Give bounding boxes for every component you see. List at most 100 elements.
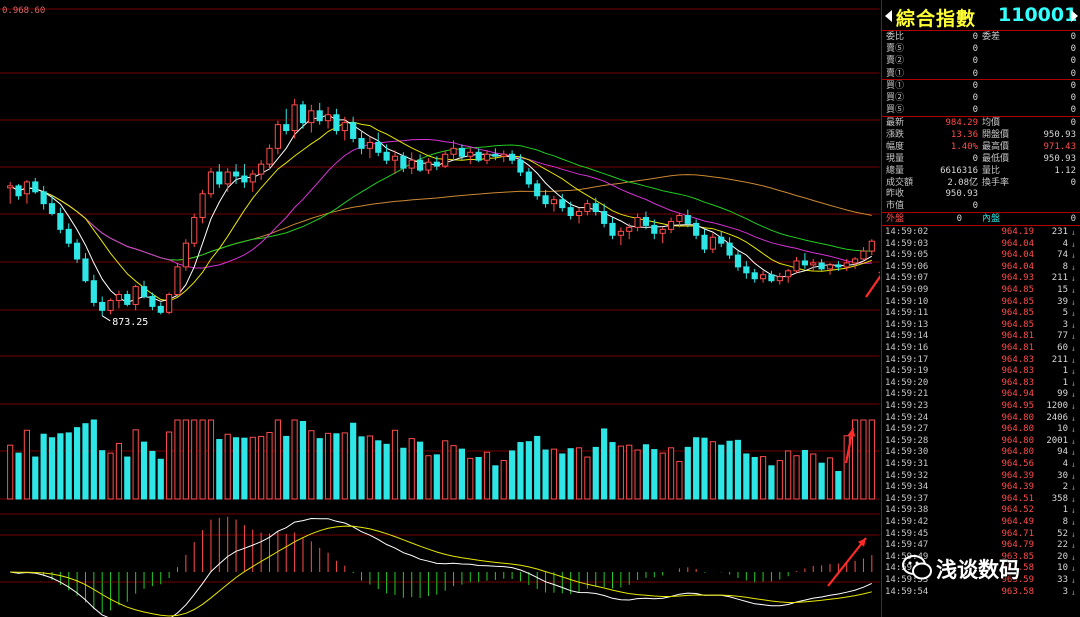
volume-bar — [634, 449, 641, 500]
outer-label: 外盤 — [886, 214, 905, 224]
tick-arrow-icon: ↓ — [1071, 309, 1076, 319]
candle-body — [40, 191, 47, 205]
tick-row[interactable]: 14:59:38 964.52 1 ↓ — [882, 505, 1080, 517]
volume-bar — [442, 440, 449, 500]
tick-volume: 358 — [1051, 493, 1068, 504]
tick-time: 14:59:14 — [885, 331, 929, 342]
prev-arrow-icon[interactable] — [885, 10, 892, 22]
candle-body — [793, 260, 800, 272]
volume-bar — [350, 422, 357, 500]
volume-bar — [308, 430, 315, 500]
volume-bar — [132, 429, 139, 500]
candle-body — [542, 195, 549, 205]
tick-arrow-icon: ↓ — [1071, 390, 1076, 400]
volume-bar — [82, 423, 89, 500]
tick-row[interactable]: 14:59:54 963.58 3 ↓ — [882, 587, 1080, 599]
tick-arrow-icon: ↓ — [1071, 367, 1076, 377]
candle-body — [333, 114, 340, 132]
candle-body — [283, 124, 290, 132]
tick-price: 964.71 — [1001, 528, 1034, 539]
candle-body — [191, 216, 198, 244]
tick-row[interactable]: 14:59:21 964.94 99 ↓ — [882, 389, 1080, 401]
kline-chart-area[interactable]: 873.25 0.968.60 — [0, 0, 880, 617]
order-book-value: 0 — [1070, 68, 1076, 79]
volume-bar — [534, 435, 541, 500]
tick-row[interactable]: 14:59:28 964.80 2001 ↓ — [882, 436, 1080, 448]
candle-body — [408, 159, 415, 169]
tick-row[interactable]: 14:59:16 964.81 60 ↓ — [882, 343, 1080, 355]
volume-bar — [684, 446, 691, 500]
tick-row[interactable]: 14:59:42 964.49 8 ↓ — [882, 517, 1080, 529]
candle-body — [868, 240, 875, 252]
candle-body — [835, 264, 842, 268]
tick-row[interactable]: 14:59:31 964.56 4 ↓ — [882, 459, 1080, 471]
tick-arrow-icon: ↓ — [1071, 460, 1076, 469]
tick-row[interactable]: 14:59:30 964.80 94 ↓ — [882, 447, 1080, 459]
tick-row[interactable]: 14:59:06 964.04 8 ↓ — [882, 262, 1080, 274]
candle-body — [818, 262, 825, 270]
volume-bar — [642, 444, 650, 500]
volume-bar — [425, 455, 432, 500]
tick-time: 14:59:34 — [885, 482, 929, 493]
candle-body — [500, 153, 507, 157]
order-book-value: 0 — [972, 32, 978, 42]
tick-row[interactable]: 14:59:11 964.85 5 ↓ — [882, 308, 1080, 320]
candle-body — [258, 163, 265, 175]
volume-bar — [458, 448, 466, 500]
candle-body — [99, 301, 106, 311]
tick-row[interactable]: 14:59:20 964.83 1 ↓ — [882, 378, 1080, 390]
tick-row[interactable]: 14:59:02 964.19 231 ↓ — [882, 227, 1080, 239]
tick-volume: 1 — [1062, 377, 1068, 388]
tick-arrow-icon: ↓ — [1071, 251, 1076, 261]
quote-label: 均價 — [982, 118, 1001, 128]
order-book-value: 0 — [972, 44, 978, 55]
tick-volume: 231 — [1051, 227, 1068, 237]
order-book-value: 0 — [972, 93, 978, 103]
tick-row[interactable]: 14:59:34 964.39 2 ↓ — [882, 482, 1080, 494]
order-book-value: 0 — [1070, 80, 1076, 91]
watermark-text: 浅谈数码 — [936, 558, 1020, 582]
volume-bar — [550, 448, 558, 500]
quote-value: 1.40% — [950, 141, 978, 152]
tick-arrow-icon: ↓ — [1071, 355, 1076, 365]
tick-row[interactable]: 14:59:13 964.85 3 ↓ — [882, 320, 1080, 332]
tick-time: 14:59:28 — [885, 435, 929, 446]
tick-arrow-icon: ↓ — [1071, 262, 1076, 272]
candle-body — [32, 181, 39, 193]
tick-row[interactable]: 14:59:32 964.39 30 ↓ — [882, 471, 1080, 483]
candle-body — [517, 159, 524, 173]
volume-bar — [333, 433, 340, 500]
tick-row[interactable]: 14:59:27 964.80 10 ↓ — [882, 424, 1080, 436]
volume-bar — [609, 442, 616, 500]
tick-row[interactable]: 14:59:17 964.83 211 ↓ — [882, 355, 1080, 367]
order-book-label: 買⑤ — [886, 105, 905, 116]
volume-bar — [74, 427, 81, 500]
tick-price: 964.85 — [1001, 319, 1034, 330]
tick-row[interactable]: 14:59:10 964.85 39 ↓ — [882, 297, 1080, 309]
tick-row[interactable]: 14:59:09 964.85 15 ↓ — [882, 285, 1080, 297]
tick-price: 964.81 — [1001, 331, 1034, 342]
volume-bar — [467, 457, 474, 500]
tick-arrow-icon: ↓ — [1071, 436, 1076, 446]
tick-row[interactable]: 14:59:05 964.04 74 ↓ — [882, 250, 1080, 262]
tick-row[interactable]: 14:59:45 964.71 52 ↓ — [882, 529, 1080, 541]
candle-body — [651, 224, 658, 234]
candle-body — [199, 193, 206, 218]
tick-row[interactable]: 14:59:24 964.80 2406 ↓ — [882, 413, 1080, 425]
tick-price: 964.93 — [1001, 273, 1034, 284]
next-arrow-icon[interactable] — [1071, 10, 1078, 22]
tick-row[interactable]: 14:59:03 964.04 4 ↓ — [882, 239, 1080, 251]
kline-chart[interactable]: 873.25 — [0, 0, 880, 617]
tick-time: 14:59:20 — [885, 377, 929, 388]
tick-price: 964.39 — [1001, 482, 1034, 493]
tick-row[interactable]: 14:59:19 964.83 1 ↓ — [882, 366, 1080, 378]
order-book-value: 0 — [1070, 44, 1076, 55]
volume-bar — [793, 455, 800, 500]
tick-row[interactable]: 14:59:14 964.81 77 ↓ — [882, 331, 1080, 343]
volume-bar — [32, 456, 39, 500]
tick-row[interactable]: 14:59:23 964.95 1200 ↓ — [882, 401, 1080, 413]
candle-body — [751, 272, 758, 280]
tick-row[interactable]: 14:59:07 964.93 211 ↓ — [882, 273, 1080, 285]
candle-body — [249, 173, 256, 183]
tick-row[interactable]: 14:59:37 964.51 358 ↓ — [882, 494, 1080, 506]
